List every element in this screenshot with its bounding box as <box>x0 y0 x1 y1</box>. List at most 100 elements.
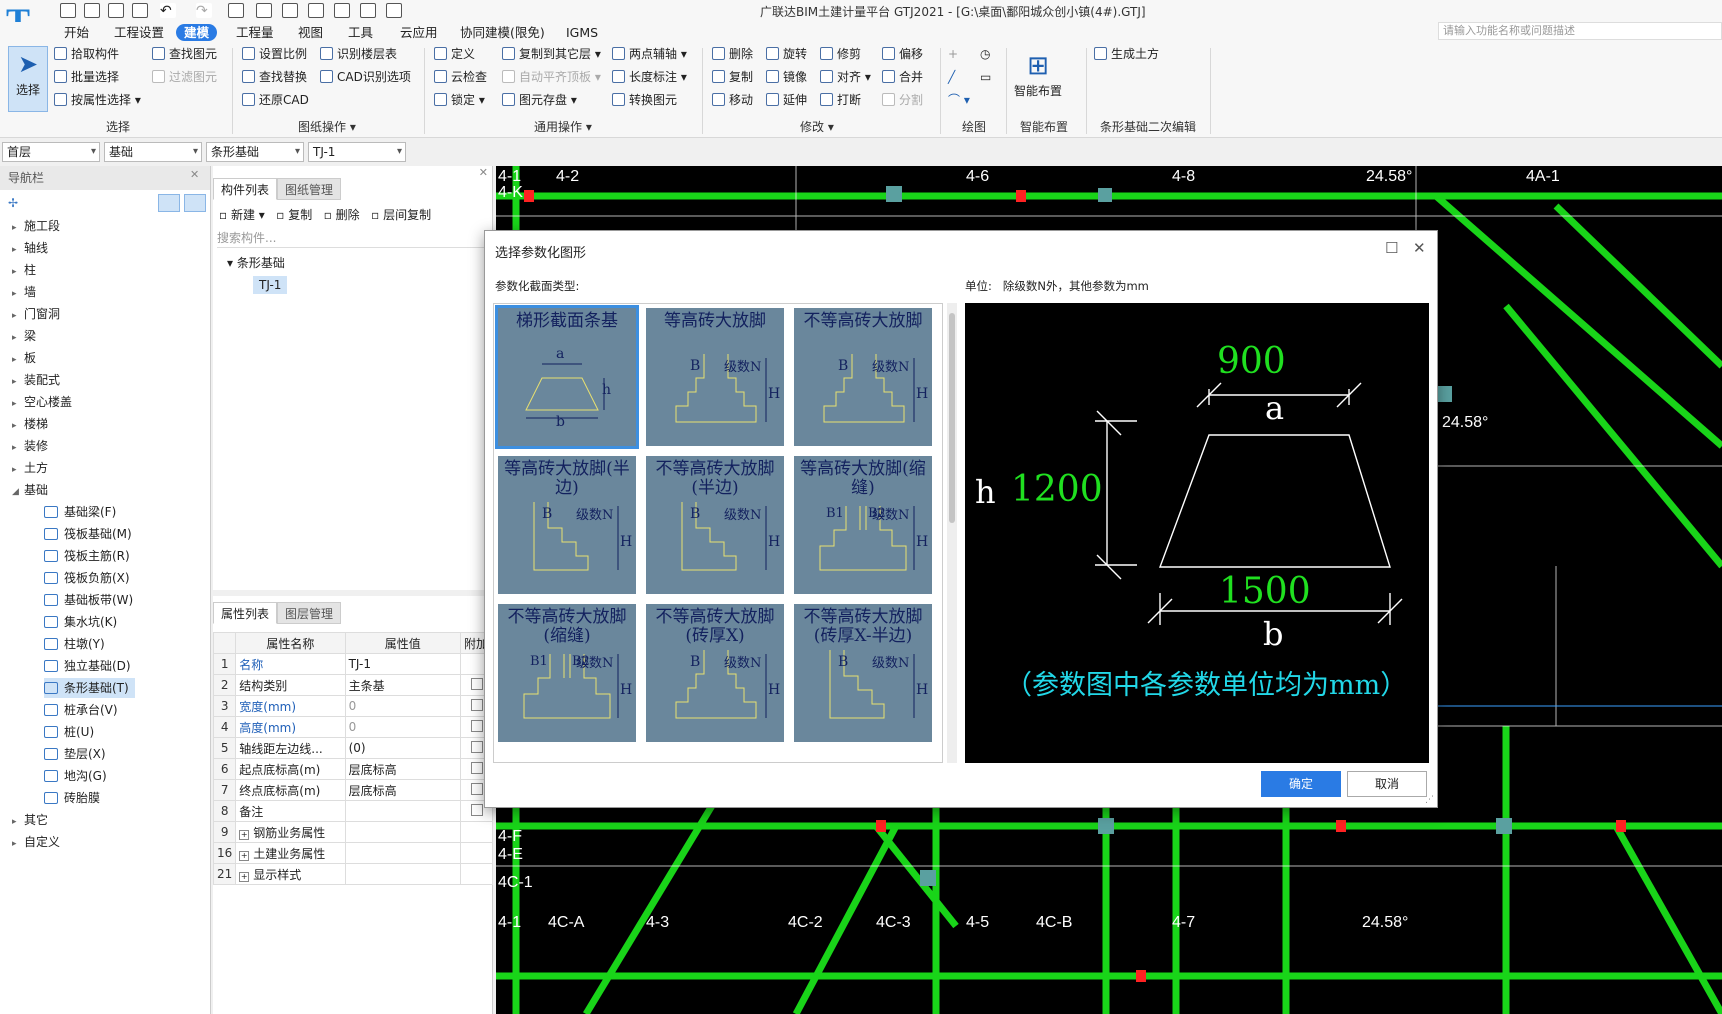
tab-layer-management[interactable]: 图层管理 <box>277 602 342 624</box>
nav-sub-item[interactable]: 筏板主筋(R) <box>44 546 130 566</box>
draw-point-icon[interactable]: + <box>948 45 958 63</box>
sum-icon[interactable] <box>228 3 244 18</box>
nav-item[interactable]: ▸ 柱 <box>12 260 36 280</box>
checkbox[interactable] <box>470 719 483 732</box>
menu-modeling[interactable]: 建模 <box>176 24 218 41</box>
nav-item[interactable]: ▸ 其它 <box>12 810 48 830</box>
property-value[interactable]: 0 <box>344 695 462 717</box>
nav-sub-item[interactable]: 条形基础(T) <box>44 678 135 698</box>
undo-icon[interactable]: ↶ <box>160 3 176 19</box>
shape-tile[interactable]: 梯形截面条基 a h b <box>494 304 640 450</box>
table-row[interactable]: 8 备注 <box>212 800 493 822</box>
nav-item[interactable]: ▸ 空心楼盖 <box>12 392 72 412</box>
property-value[interactable] <box>344 821 462 843</box>
auto-align-slab-button[interactable]: 自动平齐顶板 ▾ <box>502 68 601 86</box>
nav-item[interactable]: ▸ 楼梯 <box>12 414 48 434</box>
property-value[interactable]: 主条基 <box>344 674 462 696</box>
delete-component-button[interactable]: ▫ 删除 <box>324 208 360 222</box>
table-row[interactable]: 4 高度(mm) 0 <box>212 716 493 738</box>
new-file-icon[interactable] <box>60 3 76 18</box>
draw-arc-icon[interactable]: ⌒ ▾ <box>948 91 970 109</box>
menu-quantities[interactable]: 工程量 <box>228 24 282 41</box>
function-search-input[interactable]: 请输入功能名称或问题描述 <box>1438 22 1722 40</box>
component-search-input[interactable]: 搜索构件... <box>217 228 489 248</box>
expand-icon[interactable]: + <box>239 850 250 861</box>
close-icon[interactable]: ✕ <box>1413 239 1426 257</box>
menu-collaboration[interactable]: 协同建模(限免) <box>452 24 553 41</box>
table-row[interactable]: 16 + 土建业务属性 <box>212 842 493 864</box>
calc-icon[interactable] <box>256 3 272 18</box>
menu-tools[interactable]: 工具 <box>340 24 381 41</box>
lock-button[interactable]: 锁定 ▾ <box>434 91 485 109</box>
component-select[interactable]: TJ-1 <box>308 142 406 162</box>
resize-grip-icon[interactable]: ⋰ <box>1425 795 1434 805</box>
draw-clock-icon[interactable]: ◷ <box>980 45 990 63</box>
new-button[interactable]: ▫ 新建 ▾ <box>219 208 265 222</box>
draw-line-icon[interactable]: ╱ <box>948 68 955 86</box>
generate-earthwork-button[interactable]: 生成土方 <box>1094 45 1159 63</box>
layers-icon[interactable] <box>360 3 376 18</box>
tab-property-list[interactable]: 属性列表 <box>213 602 278 624</box>
delete-button[interactable]: 删除 <box>712 45 753 63</box>
nav-item[interactable]: ▸ 墙 <box>12 282 36 302</box>
pin-icon[interactable]: ✢ <box>8 196 18 210</box>
copy-to-layer-button[interactable]: 复制到其它层 ▾ <box>502 45 601 63</box>
checkbox[interactable] <box>470 740 483 753</box>
table-row[interactable]: 21 + 显示样式 <box>212 863 493 885</box>
floor-select[interactable]: 首层 <box>2 142 100 162</box>
edit-icon[interactable] <box>334 3 350 18</box>
trim-button[interactable]: 修剪 <box>820 45 861 63</box>
checkbox[interactable] <box>470 782 483 795</box>
redo-icon[interactable]: ↷ <box>196 3 212 19</box>
tab-component-list[interactable]: 构件列表 <box>213 178 278 200</box>
shape-tile[interactable]: 等高砖大放脚 B 级数N H <box>642 304 788 450</box>
cloud-check-button[interactable]: 云检查 <box>434 68 487 86</box>
nav-sub-item[interactable]: 地沟(G) <box>44 766 107 786</box>
sync-icon[interactable] <box>386 3 402 18</box>
save-icon[interactable] <box>132 3 148 18</box>
ok-button[interactable]: 确定 <box>1261 771 1341 797</box>
shape-tile[interactable]: 不等高砖大放脚(缩缝) B1 B2 级数N H <box>494 600 640 746</box>
property-extra[interactable] <box>460 821 493 843</box>
nav-item[interactable]: ▸ 梁 <box>12 326 36 346</box>
extend-button[interactable]: 延伸 <box>766 91 807 109</box>
checkbox[interactable] <box>470 698 483 711</box>
menu-view[interactable]: 视图 <box>290 24 331 41</box>
nav-item[interactable]: ▸ 轴线 <box>12 238 48 258</box>
merge-button[interactable]: 合并 <box>882 68 923 86</box>
offset-button[interactable]: 偏移 <box>882 45 923 63</box>
copy-component-button[interactable]: ▫ 复制 <box>276 208 312 222</box>
set-scale-button[interactable]: 设置比例 <box>242 45 307 63</box>
shape-tile[interactable]: 不等高砖大放脚(半边) B 级数N H <box>642 452 788 598</box>
rotate-button[interactable]: 旋转 <box>766 45 807 63</box>
expand-icon[interactable]: + <box>239 871 250 882</box>
shape-tile[interactable]: 不等高砖大放脚 B 级数N H <box>790 304 936 450</box>
nav-sub-item[interactable]: 筏板负筋(X) <box>44 568 130 588</box>
grid-icon[interactable] <box>282 3 298 18</box>
image-icon[interactable] <box>308 3 324 18</box>
table-row[interactable]: 3 宽度(mm) 0 <box>212 695 493 717</box>
grid-scrollbar[interactable] <box>947 303 957 763</box>
nav-item[interactable]: ▸ 土方 <box>12 458 48 478</box>
detail-view-icon[interactable] <box>184 194 206 212</box>
property-value[interactable]: 层底标高 <box>344 758 462 780</box>
expand-icon[interactable]: + <box>239 829 250 840</box>
nav-item[interactable]: ▸ 自定义 <box>12 832 60 852</box>
property-value[interactable] <box>344 842 462 864</box>
cad-options-button[interactable]: CAD识别选项 <box>320 68 411 86</box>
nav-item[interactable]: ▸ 门窗洞 <box>12 304 60 324</box>
nav-item[interactable]: ▸ 装修 <box>12 436 48 456</box>
property-extra[interactable] <box>460 863 493 885</box>
cancel-button[interactable]: 取消 <box>1347 771 1427 797</box>
shape-tile[interactable]: 等高砖大放脚(半边) B 级数N H <box>494 452 640 598</box>
scrollbar-thumb[interactable] <box>949 313 955 523</box>
copy-between-layers-button[interactable]: ▫ 层间复制 <box>371 208 431 222</box>
type-select[interactable]: 条形基础 <box>206 142 304 162</box>
restore-cad-button[interactable]: 还原CAD <box>242 91 309 109</box>
smart-layout-button[interactable]: 智能布置 <box>1014 82 1062 100</box>
batch-select-button[interactable]: 批量选择 <box>54 68 119 86</box>
save-element-button[interactable]: 图元存盘 ▾ <box>502 91 577 109</box>
nav-sub-item[interactable]: 桩承台(V) <box>44 700 118 720</box>
filter-element-button[interactable]: 过滤图元 <box>152 68 217 86</box>
copy-button[interactable]: 复制 <box>712 68 753 86</box>
